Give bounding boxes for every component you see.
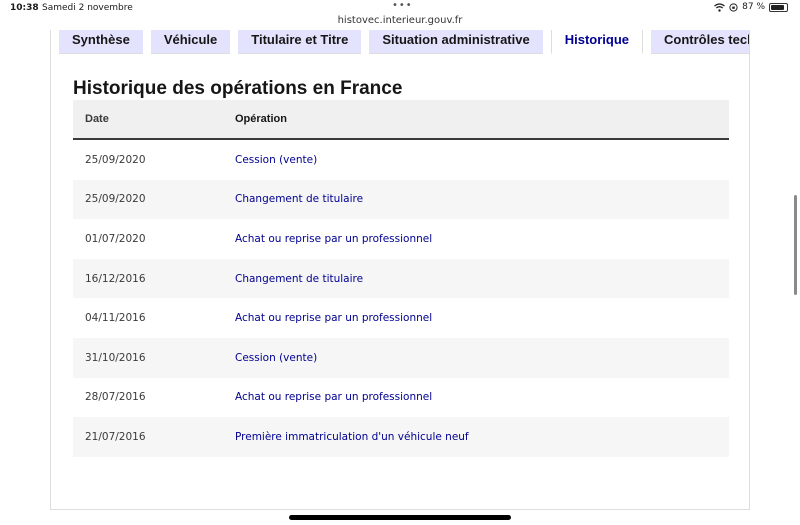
status-right: 87 % — [714, 2, 788, 12]
row-operation-cell: Achat ou reprise par un professionnel — [235, 312, 729, 324]
battery-percent: 87 % — [742, 2, 765, 12]
tab-bar: Synthèse Véhicule Titulaire et Titre Situat… — [59, 30, 749, 54]
operations-table: Date Opération 25/09/2020 Cession (vente)… — [73, 100, 729, 457]
table-row: 04/11/2016 Achat ou reprise par un profes… — [73, 298, 729, 338]
operation-link[interactable]: Première immatriculation d'un véhicule n… — [235, 431, 469, 443]
wifi-icon — [714, 2, 726, 12]
row-operation-cell: Achat ou reprise par un professionnel — [235, 391, 729, 403]
row-date: 28/07/2016 — [85, 391, 146, 404]
table-row: 25/09/2020 Cession (vente) — [73, 140, 729, 180]
tab-titulaire-et-titre[interactable]: Titulaire et Titre — [238, 30, 362, 54]
table-row: 01/07/2020 Achat ou reprise par un profes… — [73, 219, 729, 259]
table-row: 31/10/2016 Cession (vente) — [73, 337, 729, 378]
scrollbar[interactable] — [794, 195, 797, 295]
orientation-lock-icon — [729, 2, 738, 12]
tab-situation-administrative[interactable]: Situation administrative — [369, 30, 543, 54]
table-body: 25/09/2020 Cession (vente) 25/09/2020 Chang… — [73, 140, 729, 457]
battery-icon — [769, 2, 788, 12]
row-date: 25/09/2020 — [85, 153, 146, 166]
table-header: Date Opération — [73, 100, 729, 140]
battery-level — [771, 4, 785, 10]
operation-link[interactable]: Changement de titulaire — [235, 273, 363, 285]
status-time: 10:38 — [10, 3, 39, 13]
row-operation-cell: Achat ou reprise par un professionnel — [235, 233, 729, 245]
operation-link[interactable]: Achat ou reprise par un professionnel — [235, 312, 432, 324]
table-row: 21/07/2016 Première immatriculation d'un … — [73, 417, 729, 457]
tab-synthèse[interactable]: Synthèse — [59, 30, 143, 54]
row-operation-cell: Changement de titulaire — [235, 273, 729, 285]
tab-contr-les-techniques[interactable]: Contrôles techniques — [651, 30, 749, 54]
row-operation-cell: Changement de titulaire — [235, 193, 729, 205]
more-dots-icon[interactable]: ••• — [392, 0, 413, 11]
column-header-operation: Opération — [235, 113, 287, 125]
operation-link[interactable]: Changement de titulaire — [235, 193, 363, 205]
home-indicator[interactable] — [289, 515, 511, 520]
operation-link[interactable]: Achat ou reprise par un professionnel — [235, 391, 432, 403]
section-title: Historique des opérations en France — [73, 78, 403, 99]
row-operation-cell: Cession (vente) — [235, 352, 729, 364]
status-date: Samedi 2 novembre — [42, 3, 133, 13]
row-date: 16/12/2016 — [85, 272, 146, 285]
row-date: 31/10/2016 — [85, 351, 146, 364]
row-operation-cell: Cession (vente) — [235, 154, 729, 166]
row-date: 01/07/2020 — [85, 232, 146, 245]
status-bar: 10:38 Samedi 2 novembre ••• 87 % histove… — [0, 0, 800, 26]
operation-link[interactable]: Cession (vente) — [235, 154, 317, 166]
address-url[interactable]: histovec.interieur.gouv.fr — [0, 15, 800, 26]
table-row: 16/12/2016 Changement de titulaire — [73, 258, 729, 299]
row-date: 25/09/2020 — [85, 193, 146, 206]
row-date: 21/07/2016 — [85, 430, 146, 443]
tab-véhicule[interactable]: Véhicule — [150, 30, 231, 54]
column-header-date: Date — [85, 113, 109, 125]
row-date: 04/11/2016 — [85, 312, 146, 325]
table-row: 25/09/2020 Changement de titulaire — [73, 179, 729, 220]
table-row: 28/07/2016 Achat ou reprise par un profes… — [73, 377, 729, 418]
operation-link[interactable]: Cession (vente) — [235, 352, 317, 364]
row-operation-cell: Première immatriculation d'un véhicule n… — [235, 431, 729, 443]
operation-link[interactable]: Achat ou reprise par un professionnel — [235, 233, 432, 245]
tab-historique[interactable]: Historique — [550, 30, 644, 54]
content-frame: Synthèse Véhicule Titulaire et Titre Situat… — [50, 30, 750, 510]
